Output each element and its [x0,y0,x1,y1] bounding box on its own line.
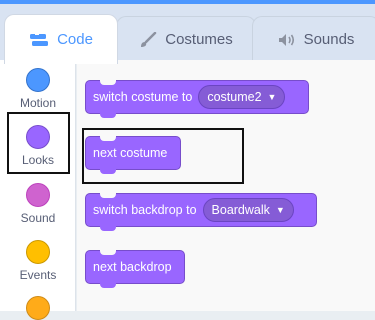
sound-color-dot [26,183,50,207]
paintbrush-icon [139,31,157,48]
category-sound-label: Sound [20,211,56,225]
tab-sounds-label: Sounds [303,31,355,48]
looks-color-dot [26,125,50,149]
switch-costume-block[interactable]: switch costume to costume2 ▼ [85,80,309,118]
category-looks[interactable]: Looks [0,125,76,167]
speaker-icon [278,33,296,47]
category-looks-label: Looks [21,153,55,167]
motion-color-dot [26,68,50,92]
editor-tab-bar: Code Costumes Sounds [0,4,375,64]
tab-sounds[interactable]: Sounds [252,16,375,62]
costume-dropdown[interactable]: costume2 ▼ [198,85,286,109]
category-motion-label: Motion [19,96,57,110]
tab-code-label: Code [57,31,93,48]
next-backdrop-text: next backdrop [93,260,172,274]
switch-backdrop-block[interactable]: switch backdrop to Boardwalk ▼ [85,193,317,231]
dropdown-caret-icon: ▼ [267,92,277,102]
block-palette: switch costume to costume2 ▼ next costum… [77,60,375,311]
code-blocks-icon [29,33,49,47]
category-sound[interactable]: Sound [0,183,76,225]
events-color-dot [26,240,50,264]
switch-backdrop-text: switch backdrop to [93,203,197,217]
switch-costume-text: switch costume to [93,90,193,104]
category-events-label: Events [19,268,57,282]
next-costume-text: next costume [93,146,168,160]
category-control[interactable] [0,296,76,320]
costume-dropdown-value: costume2 [207,90,262,104]
control-color-dot [26,296,50,320]
tab-costumes-label: Costumes [165,31,233,48]
backdrop-dropdown[interactable]: Boardwalk ▼ [202,198,294,222]
dropdown-caret-icon: ▼ [275,205,285,215]
category-events[interactable]: Events [0,240,76,282]
backdrop-dropdown-value: Boardwalk [211,203,270,217]
tab-code[interactable]: Code [4,14,118,64]
category-motion[interactable]: Motion [0,68,76,110]
next-costume-block[interactable]: next costume [85,136,181,174]
category-menu: Motion Looks Sound Events [0,60,76,320]
next-backdrop-block[interactable]: next backdrop [85,250,185,288]
tab-costumes[interactable]: Costumes [116,16,256,62]
